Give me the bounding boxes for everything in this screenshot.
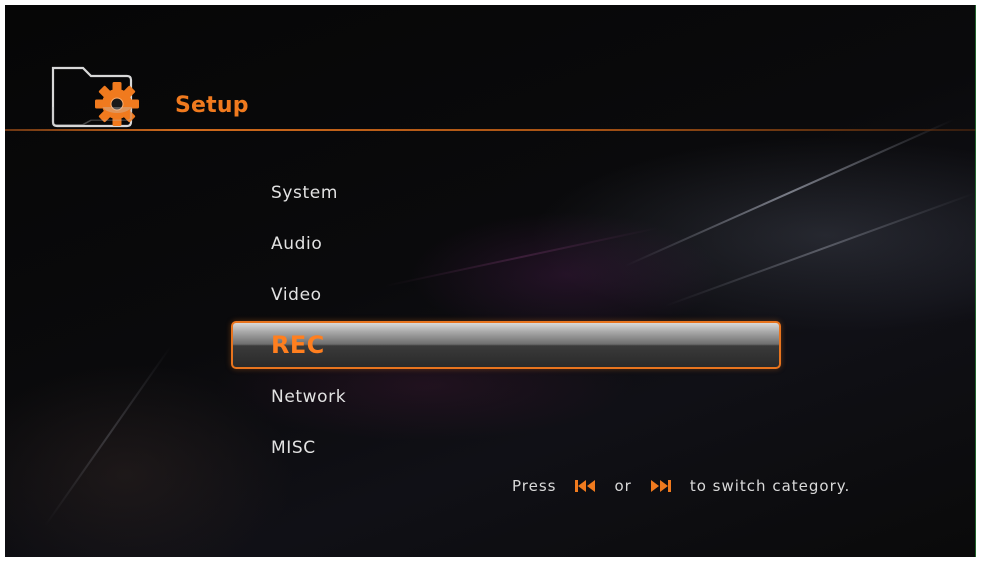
menu-item-rec[interactable]: REC <box>231 321 781 369</box>
menu-item-network[interactable]: Network <box>231 371 781 422</box>
menu-item-video[interactable]: Video <box>231 269 781 320</box>
setup-icon-reflection <box>49 107 153 129</box>
menu-item-audio[interactable]: Audio <box>231 218 781 269</box>
skip-previous-icon <box>575 480 596 492</box>
screen-edge <box>975 5 976 557</box>
switch-category-hint: Press or to switch category. <box>512 477 850 495</box>
background-light-streak <box>44 345 173 527</box>
menu-item-misc[interactable]: MISC <box>231 422 781 473</box>
menu-item-label: System <box>271 182 338 203</box>
menu-item-label: Video <box>271 284 322 305</box>
hint-press-text: Press <box>512 477 557 495</box>
menu-item-label: Audio <box>271 233 323 254</box>
skip-next-icon <box>650 480 671 492</box>
menu-item-label: Network <box>271 386 347 407</box>
hint-or-text: or <box>614 477 632 495</box>
page-title: Setup <box>175 93 249 118</box>
setup-screen: Setup System Audio Video REC Network MIS… <box>5 5 976 557</box>
header-divider <box>5 129 976 131</box>
hint-suffix-text: to switch category. <box>689 477 851 495</box>
category-menu: System Audio Video REC Network MISC <box>231 167 781 473</box>
menu-item-label: REC <box>271 331 325 359</box>
menu-item-label: MISC <box>271 437 316 458</box>
menu-item-system[interactable]: System <box>231 167 781 218</box>
